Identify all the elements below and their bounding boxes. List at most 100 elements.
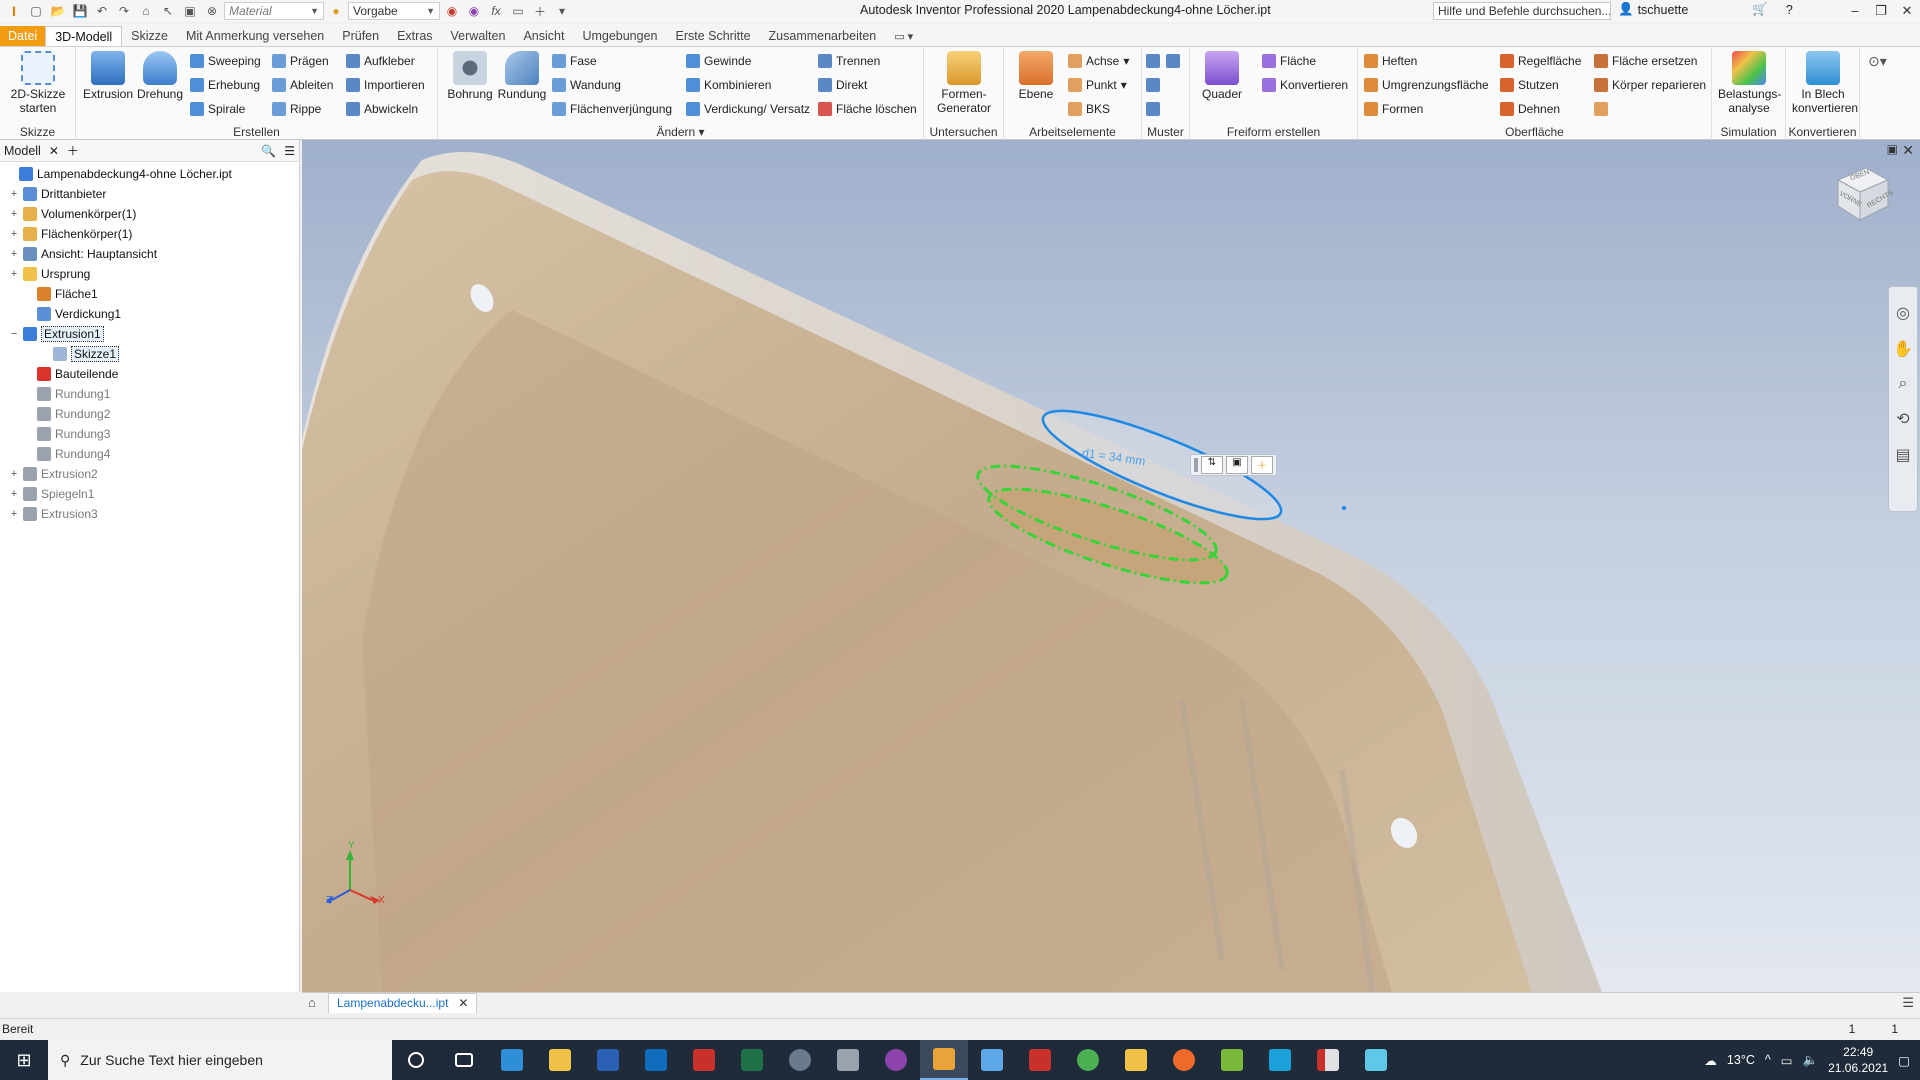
tab-zusammenarbeiten[interactable]: Zusammenarbeiten: [760, 26, 886, 46]
tree-item[interactable]: Rundung3: [22, 424, 110, 444]
ebene-button[interactable]: Ebene: [1008, 51, 1064, 101]
look-at-icon[interactable]: ▤: [1895, 445, 1910, 465]
mini-toolbar-ok-icon[interactable]: ＋: [1251, 456, 1273, 474]
mini-toolbar-direction-icon[interactable]: ⇅: [1201, 456, 1223, 474]
customize-qat-icon[interactable]: ▾: [552, 2, 572, 20]
heften-button[interactable]: Heften: [1364, 51, 1417, 71]
direkt-button[interactable]: Direkt: [818, 75, 867, 95]
wandung-button[interactable]: Wandung: [552, 75, 621, 95]
network-icon[interactable]: ▭: [1781, 1053, 1793, 1068]
cart-icon[interactable]: 🛒: [1752, 2, 1768, 17]
tree-expander-icon[interactable]: −: [8, 328, 20, 340]
chrome-icon[interactable]: [1064, 1040, 1112, 1080]
tree-item[interactable]: + Volumenkörper(1): [8, 204, 136, 224]
orbit-icon[interactable]: ⟲: [1896, 409, 1909, 429]
volume-icon[interactable]: 🔈: [1803, 1053, 1819, 1068]
word-icon[interactable]: [584, 1040, 632, 1080]
koerper-reparieren-button[interactable]: Körper reparieren: [1594, 75, 1706, 95]
help-icon[interactable]: ?: [1786, 3, 1793, 17]
tree-expander-icon[interactable]: +: [8, 228, 20, 240]
taskbar-app-lightblue-icon[interactable]: [1352, 1040, 1400, 1080]
undo-icon[interactable]: ↶: [92, 2, 112, 20]
add-browser-tab-icon[interactable]: ＋: [67, 142, 79, 159]
rippe-button[interactable]: Rippe: [272, 99, 321, 119]
redo-icon[interactable]: ↷: [114, 2, 134, 20]
bks-button[interactable]: BKS: [1068, 99, 1110, 119]
trennen-button[interactable]: Trennen: [818, 51, 880, 71]
in-blech-konvertieren-button[interactable]: In Blech konvertieren: [1792, 51, 1858, 115]
mirror-button[interactable]: [1166, 51, 1180, 71]
save-icon[interactable]: 💾: [70, 2, 90, 20]
praegen-button[interactable]: Prägen: [272, 51, 329, 71]
taskbar-search-box[interactable]: ⚲ Zur Suche Text hier eingeben: [48, 1040, 392, 1080]
taskbar-app-arrow-icon[interactable]: [968, 1040, 1016, 1080]
weather-icon[interactable]: ☁: [1704, 1053, 1717, 1068]
taskbar-app-red-icon[interactable]: [680, 1040, 728, 1080]
panel-aendern-dropdown[interactable]: Ändern ▾: [438, 125, 923, 139]
tree-expander-icon[interactable]: +: [8, 508, 20, 520]
aufkleber-button[interactable]: Aufkleber: [346, 51, 415, 71]
tab-erste-schritte[interactable]: Erste Schritte: [667, 26, 760, 46]
taskbar-app-cyan-icon[interactable]: [1256, 1040, 1304, 1080]
fase-button[interactable]: Fase: [552, 51, 597, 71]
minimize-button[interactable]: –: [1842, 0, 1868, 22]
circular-pattern-button[interactable]: [1146, 75, 1160, 95]
tree-item[interactable]: + Ursprung: [8, 264, 90, 284]
adjust-appearance-icon[interactable]: ◉: [442, 2, 462, 20]
appearance-select[interactable]: Vorgabe ▼: [348, 2, 440, 20]
taskbar-app-yellow-icon[interactable]: [536, 1040, 584, 1080]
taskbar-app-redwhite-icon[interactable]: [1304, 1040, 1352, 1080]
tree-item[interactable]: + Flächenkörper(1): [8, 224, 132, 244]
file-explorer-icon[interactable]: [1112, 1040, 1160, 1080]
sweeping-button[interactable]: Sweeping: [190, 51, 261, 71]
tab-skizze[interactable]: Skizze: [122, 26, 177, 46]
tree-expander-icon[interactable]: +: [8, 188, 20, 200]
task-view-icon[interactable]: [440, 1040, 488, 1080]
menu-icon[interactable]: ☰: [284, 144, 295, 158]
drehung-button[interactable]: Drehung: [132, 51, 188, 101]
select-icon[interactable]: ↖: [158, 2, 178, 20]
tab-datei[interactable]: Datei: [0, 26, 46, 46]
abwickeln-button[interactable]: Abwickeln: [346, 99, 418, 119]
tree-item[interactable]: − Extrusion1: [8, 324, 104, 344]
document-tab[interactable]: Lampenabdecku...ipt ✕: [328, 992, 478, 1013]
tree-item[interactable]: + Ansicht: Hauptansicht: [8, 244, 157, 264]
material-select[interactable]: Material ▼: [224, 2, 324, 20]
tree-expander-icon[interactable]: +: [8, 268, 20, 280]
pan-icon[interactable]: ✋: [1893, 339, 1913, 359]
help-search-input[interactable]: Hilfe und Befehle durchsuchen...: [1433, 2, 1611, 20]
taskbar-app-purple-icon[interactable]: [872, 1040, 920, 1080]
umgrenzungsflaeche-button[interactable]: Umgrenzungsfläche: [1364, 75, 1489, 95]
restore-button[interactable]: ❐: [1868, 0, 1894, 22]
tree-item[interactable]: + Extrusion2: [8, 464, 98, 484]
tab-menu-icon[interactable]: ☰: [1902, 995, 1914, 1011]
inventor-logo-icon[interactable]: I: [4, 2, 24, 20]
taskbar-app-green-icon[interactable]: [1208, 1040, 1256, 1080]
new-file-icon[interactable]: ▢: [26, 2, 46, 20]
close-browser-icon[interactable]: ✕: [49, 144, 59, 158]
rundung-button[interactable]: Rundung: [494, 51, 550, 101]
tree-item[interactable]: Skizze1: [38, 344, 120, 364]
flaeche-ersetzen-button[interactable]: Fläche ersetzen: [1594, 51, 1697, 71]
excel-icon[interactable]: [728, 1040, 776, 1080]
measure-icon[interactable]: ▭: [508, 2, 528, 20]
rectangular-pattern-button[interactable]: [1146, 51, 1160, 71]
tree-item[interactable]: Bauteilende: [22, 364, 118, 384]
add-icon[interactable]: ＋: [530, 2, 550, 20]
tree-item[interactable]: Fläche1: [22, 284, 98, 304]
tab-overflow-icon[interactable]: ▭ ▾: [885, 26, 922, 46]
taskbar-app-blue-icon[interactable]: [488, 1040, 536, 1080]
close-tab-icon[interactable]: ✕: [458, 996, 468, 1010]
cortana-icon[interactable]: [392, 1040, 440, 1080]
inventor-taskbar-icon[interactable]: [920, 1040, 968, 1080]
viewcube[interactable]: OBEN VORNE RECHTS: [1830, 160, 1895, 224]
windows-start-icon[interactable]: ⊞: [0, 1040, 48, 1080]
clock[interactable]: 22:49 21.06.2021: [1828, 1044, 1888, 1076]
tab-ansicht[interactable]: Ansicht: [514, 26, 573, 46]
taskbar-app-orange-icon[interactable]: [1160, 1040, 1208, 1080]
extrusion-button[interactable]: Extrusion: [80, 51, 136, 101]
regelflaeche-button[interactable]: Regelfläche: [1500, 51, 1581, 71]
tree-item[interactable]: Rundung1: [22, 384, 110, 404]
flaeche-freiform-button[interactable]: Fläche: [1262, 51, 1316, 71]
zoom-icon[interactable]: ⌕: [1899, 375, 1908, 393]
